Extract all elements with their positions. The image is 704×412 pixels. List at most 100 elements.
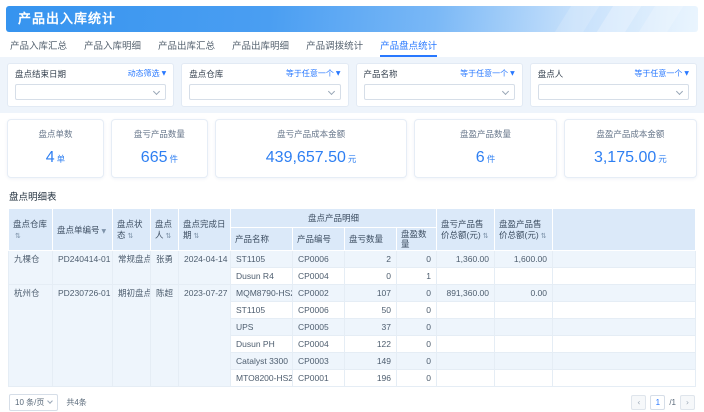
filter-select[interactable] xyxy=(189,84,340,100)
chevron-down-icon xyxy=(153,88,160,95)
stat-label: 盘盈产品数量 xyxy=(417,128,553,140)
cell-gain-total xyxy=(495,370,553,387)
filter-bar: 盘点结束日期动态筛选▼盘点仓库等于任意一个▼产品名称等于任意一个▼盘点人等于任意… xyxy=(0,57,704,113)
page-size-select[interactable]: 10 条/页 xyxy=(9,394,58,411)
filter-label: 盘点结束日期 xyxy=(15,68,66,80)
stat-value: 665件 xyxy=(114,149,205,167)
sort-icon[interactable]: ⇅ xyxy=(483,232,489,240)
column-header[interactable]: 盘点单编号▼ xyxy=(53,209,113,251)
cell-product-code: CP0002 xyxy=(293,285,345,302)
sort-icon[interactable]: ⇅ xyxy=(194,232,200,240)
filter-card-4: 盘点人等于任意一个▼ xyxy=(530,63,697,107)
stat-label: 盘亏产品成本金额 xyxy=(218,128,404,140)
filter-head: 盘点仓库 等于任意一个▼ xyxy=(189,68,340,79)
cell-product-code: CP0006 xyxy=(293,251,345,268)
stat-value: 439,657.50元 xyxy=(218,149,404,167)
tab-4[interactable]: 产品出库明细 xyxy=(232,35,289,57)
filter-condition-link[interactable]: 等于任意一个▼ xyxy=(460,68,515,79)
chevron-down-icon xyxy=(502,88,509,95)
filler-header xyxy=(553,209,696,251)
cell-gain-total xyxy=(495,319,553,336)
cell-loss-total: 891,360.00 xyxy=(437,285,495,302)
cell-loss-total: 1,360.00 xyxy=(437,251,495,268)
filter-label: 盘点仓库 xyxy=(189,68,223,80)
caret-down-icon[interactable]: ▼ xyxy=(102,228,107,235)
sort-icon[interactable]: ⇅ xyxy=(128,232,134,240)
filter-select[interactable] xyxy=(15,84,166,100)
table-row: 杭州仓PD230726-01期初盘点陈超2023-07-27MQM8790-HS… xyxy=(9,285,696,302)
cell-loss-qty: 196 xyxy=(345,370,397,387)
cell-product-name: Dusun R4 xyxy=(231,268,293,285)
filter-head: 盘点结束日期 动态筛选▼ xyxy=(15,68,166,79)
cell-gain-qty: 0 xyxy=(397,285,437,302)
page-banner: 产品出入库统计 xyxy=(6,6,698,32)
cell-product-name: Catalyst 3300 xyxy=(231,353,293,370)
column-header[interactable]: 盘点仓库⇅ xyxy=(9,209,53,251)
prev-page-button[interactable]: ‹ xyxy=(631,395,646,410)
stat-card-1: 盘点单数4单 xyxy=(7,119,104,178)
filter-head: 盘点人等于任意一个▼ xyxy=(538,68,689,79)
cell-product-code: CP0006 xyxy=(293,302,345,319)
tab-bar: 产品入库汇总产品入库明细产品出库汇总产品出库明细产品调拨统计产品盘点统计 xyxy=(0,32,704,57)
cell-product-code: CP0001 xyxy=(293,370,345,387)
cell-status: 常规盘点 xyxy=(113,251,151,285)
cell-loss-qty: 50 xyxy=(345,302,397,319)
filter-condition-link[interactable]: 动态筛选▼ xyxy=(128,68,167,79)
total-count: 共4条 xyxy=(66,397,86,408)
cell-person: 陈超 xyxy=(151,285,179,387)
stat-card-4: 盘盈产品数量 6件 xyxy=(414,119,556,178)
cell-product-name: UPS xyxy=(231,319,293,336)
cell-loss-qty: 149 xyxy=(345,353,397,370)
chevron-down-icon xyxy=(327,88,334,95)
stat-label: 盘盈产品成本金额 xyxy=(567,128,694,140)
cell-product-name: ST1105 xyxy=(231,251,293,268)
sub-column-header[interactable]: 盘盈数量 xyxy=(397,228,437,251)
sort-icon[interactable]: ⇅ xyxy=(541,232,547,240)
filter-card-2: 盘点仓库 等于任意一个▼ xyxy=(181,63,348,107)
next-page-button[interactable]: › xyxy=(680,395,695,410)
table-header-row-1: 盘点仓库⇅盘点单编号▼盘点状态⇅盘点人⇅盘点完成日期⇅盘点产品明细盘亏产品售价总… xyxy=(9,209,696,228)
tab-6[interactable]: 产品盘点统计 xyxy=(380,35,437,57)
cell-product-name: MQM8790-HS2R xyxy=(231,285,293,302)
sort-icon[interactable]: ⇅ xyxy=(15,232,21,240)
column-header[interactable]: 盘盈产品售价总额(元)⇅ xyxy=(495,209,553,251)
caret-down-icon: ▼ xyxy=(684,70,689,77)
current-page[interactable]: 1 xyxy=(650,395,665,410)
sort-icon[interactable]: ⇅ xyxy=(166,232,172,240)
tab-3[interactable]: 产品出库汇总 xyxy=(158,35,215,57)
cell-loss-total xyxy=(437,268,495,285)
filter-condition-link[interactable]: 等于任意一个▼ xyxy=(286,68,341,79)
sub-column-header[interactable]: 产品编号 xyxy=(293,228,345,251)
column-header[interactable]: 盘点完成日期⇅ xyxy=(179,209,231,251)
cell-loss-total xyxy=(437,336,495,353)
sub-column-header[interactable]: 盘亏数量 xyxy=(345,228,397,251)
stat-value: 6件 xyxy=(417,149,553,167)
cell-loss-total xyxy=(437,370,495,387)
tab-2[interactable]: 产品入库明细 xyxy=(84,35,141,57)
stat-cards: 盘点单数4单盘亏产品数量665件盘亏产品成本金额439,657.50元盘盈产品数… xyxy=(0,113,704,180)
cell-loss-total xyxy=(437,302,495,319)
table-body: 九棵仓PD240414-01常规盘点张勇2024-04-14ST1105CP00… xyxy=(9,251,696,387)
caret-down-icon: ▼ xyxy=(336,70,341,77)
cell-filler xyxy=(553,285,696,302)
cell-order-no: PD230726-01 xyxy=(53,285,113,387)
stat-unit: 单 xyxy=(57,154,66,164)
tab-5[interactable]: 产品调拨统计 xyxy=(306,35,363,57)
column-header[interactable]: 盘点状态⇅ xyxy=(113,209,151,251)
cell-warehouse: 杭州仓 xyxy=(9,285,53,387)
sub-column-header[interactable]: 产品名称 xyxy=(231,228,293,251)
filter-condition-link[interactable]: 等于任意一个▼ xyxy=(634,68,689,79)
filter-select[interactable] xyxy=(364,84,515,100)
chevron-down-icon xyxy=(676,88,683,95)
cell-loss-qty: 0 xyxy=(345,268,397,285)
cell-gain-total: 1,600.00 xyxy=(495,251,553,268)
column-header[interactable]: 盘点人⇅ xyxy=(151,209,179,251)
stat-unit: 件 xyxy=(487,154,496,164)
table-row: 九棵仓PD240414-01常规盘点张勇2024-04-14ST1105CP00… xyxy=(9,251,696,268)
filter-select[interactable] xyxy=(538,84,689,100)
chevron-down-icon xyxy=(48,399,54,405)
column-header[interactable]: 盘亏产品售价总额(元)⇅ xyxy=(437,209,495,251)
tab-1[interactable]: 产品入库汇总 xyxy=(10,35,67,57)
cell-order-no: PD240414-01 xyxy=(53,251,113,285)
cell-gain-qty: 0 xyxy=(397,336,437,353)
